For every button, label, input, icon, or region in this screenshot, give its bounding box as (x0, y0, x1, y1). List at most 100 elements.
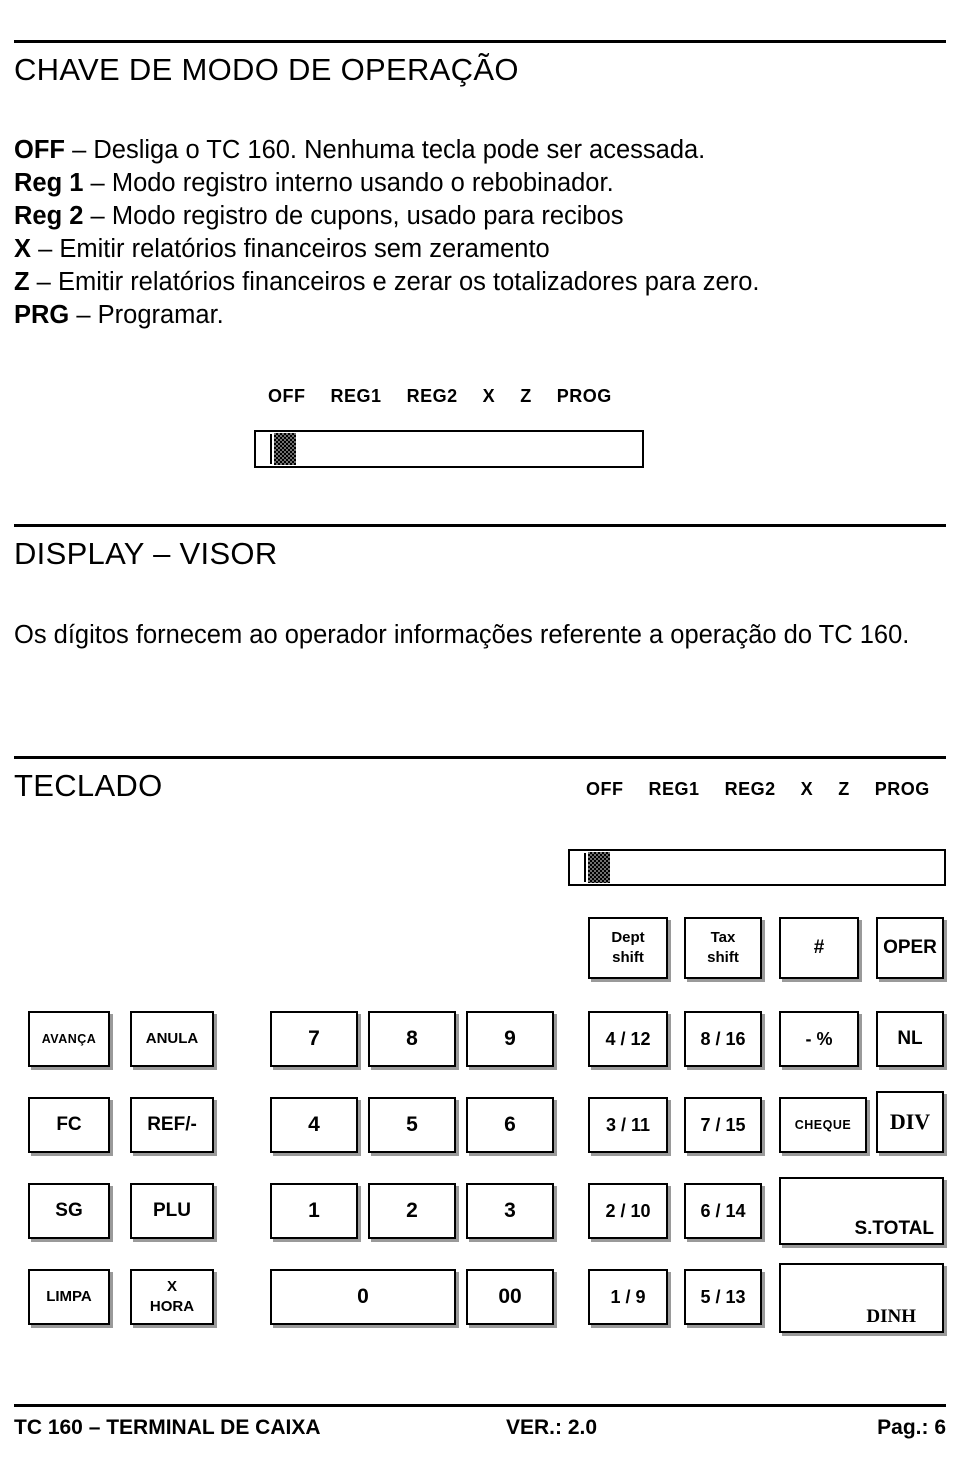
mode-switch-bar-2[interactable] (568, 849, 946, 886)
key-dept-2-10-label: 2 / 10 (605, 1201, 651, 1221)
key-nl[interactable]: NL (876, 1011, 944, 1067)
key-num-3[interactable]: 3 (466, 1183, 554, 1239)
key-num-4-label: 4 (308, 1113, 320, 1136)
mode-switch-labels-1: OFF REG1 REG2 X Z PROG (268, 386, 612, 407)
mode-key-z-key: Z (14, 268, 30, 296)
key-dept-7-15[interactable]: 7 / 15 (684, 1097, 762, 1153)
key-num-5-label: 5 (406, 1113, 418, 1136)
document-page: CHAVE DE MODO DE OPERAÇÃO OFF – Desliga … (0, 0, 960, 1478)
mode-key-item-z: Z – Emitir relatórios financeiros e zera… (14, 266, 944, 299)
key-limpa-label: LIMPA (46, 1288, 92, 1305)
key-num-5[interactable]: 5 (368, 1097, 456, 1153)
key-anula[interactable]: ANULA (130, 1011, 214, 1067)
mode-key-z-dash: – (36, 268, 51, 296)
mode-switch-labels-2: OFF REG1 REG2 X Z PROG (586, 779, 930, 800)
key-num-7[interactable]: 7 (270, 1011, 358, 1067)
mode-switch-2-knob[interactable] (588, 852, 610, 883)
key-fc-label: FC (56, 1114, 82, 1135)
key-plu-label: PLU (153, 1200, 191, 1221)
key-dept-3-11[interactable]: 3 / 11 (588, 1097, 668, 1153)
footer-divider (14, 1404, 946, 1407)
key-num-00[interactable]: 00 (466, 1269, 554, 1325)
mode-key-list: OFF – Desliga o TC 160. Nenhuma tecla po… (14, 134, 944, 332)
key-num-4[interactable]: 4 (270, 1097, 358, 1153)
mode-key-reg2-dash: – (90, 202, 105, 230)
key-fc[interactable]: FC (28, 1097, 110, 1153)
display-section-divider (14, 524, 946, 527)
key-num-2-label: 2 (406, 1199, 418, 1222)
key-num-9[interactable]: 9 (466, 1011, 554, 1067)
mode-key-z-text: Emitir relatórios financeiros e zerar os… (57, 268, 760, 296)
section-title-mode-key: CHAVE DE MODO DE OPERAÇÃO (14, 52, 519, 87)
keyboard-section-divider (14, 756, 946, 759)
key-x-hora-line1: X (166, 1278, 177, 1295)
key-sg[interactable]: SG (28, 1183, 110, 1239)
key-sg-label: SG (55, 1200, 83, 1221)
key-num-2[interactable]: 2 (368, 1183, 456, 1239)
key-num-8[interactable]: 8 (368, 1011, 456, 1067)
key-num-0-label: 0 (357, 1285, 369, 1308)
mode-switch-2-label-off: OFF (586, 779, 624, 799)
key-dept-2-10[interactable]: 2 / 10 (588, 1183, 668, 1239)
key-dept-6-14[interactable]: 6 / 14 (684, 1183, 762, 1239)
key-num-7-label: 7 (308, 1027, 320, 1050)
mode-switch-1-knob[interactable] (274, 433, 296, 465)
key-x-hora-line2: HORA (149, 1298, 195, 1315)
mode-key-item-x: X – Emitir relatórios financeiros sem ze… (14, 233, 944, 266)
mode-key-item-prg: PRG – Programar. (14, 299, 944, 332)
key-dept-8-16[interactable]: 8 / 16 (684, 1011, 762, 1067)
key-tax-shift[interactable]: Tax shift (684, 917, 762, 979)
key-subtotal[interactable]: S.TOTAL (779, 1177, 944, 1245)
mode-key-prg-key: PRG (14, 301, 70, 329)
key-num-0[interactable]: 0 (270, 1269, 456, 1325)
key-div[interactable]: DIV (876, 1091, 944, 1153)
key-oper[interactable]: OPER (876, 917, 944, 979)
mode-switch-1-label-reg2: REG2 (406, 386, 458, 406)
key-cheque[interactable]: CHEQUE (779, 1097, 867, 1153)
key-dept-8-16-label: 8 / 16 (700, 1029, 746, 1049)
key-x-hora[interactable]: X HORA (130, 1269, 214, 1325)
keyboard-diagram: Dept shift Tax shift # OPER AVANÇA ANULA… (14, 905, 946, 1345)
section-title-keyboard: TECLADO (14, 768, 163, 803)
mode-key-item-reg1: Reg 1 – Modo registro interno usando o r… (14, 167, 944, 200)
key-dept-1-9-label: 1 / 9 (610, 1287, 646, 1307)
footer-page-number: Pag.: 6 (877, 1416, 946, 1439)
mode-switch-bar-1[interactable] (254, 430, 644, 468)
key-dinheiro[interactable]: DINH (779, 1263, 944, 1333)
footer-left: TC 160 – TERMINAL DE CAIXA (14, 1416, 321, 1439)
mode-key-off-dash: – (72, 136, 87, 164)
key-plu[interactable]: PLU (130, 1183, 214, 1239)
key-dept-5-13[interactable]: 5 / 13 (684, 1269, 762, 1325)
display-section-text: Os dígitos fornecem ao operador informaç… (14, 621, 910, 649)
key-limpa[interactable]: LIMPA (28, 1269, 110, 1325)
key-dept-shift[interactable]: Dept shift (588, 917, 668, 979)
mode-key-reg1-text: Modo registro interno usando o rebobinad… (111, 169, 614, 197)
key-hash[interactable]: # (779, 917, 859, 979)
key-subtotal-label: S.TOTAL (854, 1218, 934, 1239)
mode-switch-1-label-off: OFF (268, 386, 306, 406)
key-num-9-label: 9 (504, 1027, 516, 1050)
mode-key-reg1-key: Reg 1 (14, 169, 84, 197)
key-hash-label: # (813, 937, 825, 958)
key-tax-shift-line1: Tax (710, 929, 736, 946)
mode-switch-1-label-prog: PROG (556, 386, 612, 406)
mode-switch-1-label-reg1: REG1 (330, 386, 382, 406)
key-percent[interactable]: - % (779, 1011, 859, 1067)
key-dept-4-12[interactable]: 4 / 12 (588, 1011, 668, 1067)
key-num-1[interactable]: 1 (270, 1183, 358, 1239)
key-dept-7-15-label: 7 / 15 (700, 1115, 746, 1135)
mode-switch-1-label-z: Z (520, 386, 532, 406)
key-num-6[interactable]: 6 (466, 1097, 554, 1153)
mode-key-item-reg2: Reg 2 – Modo registro de cupons, usado p… (14, 200, 944, 233)
mode-switch-2-label-prog: PROG (874, 779, 930, 799)
key-dept-shift-line2: shift (612, 949, 644, 966)
mode-switch-2-label-reg2: REG2 (724, 779, 776, 799)
key-dept-shift-line1: Dept (611, 929, 645, 946)
key-dept-1-9[interactable]: 1 / 9 (588, 1269, 668, 1325)
key-avanca-label: AVANÇA (41, 1032, 97, 1046)
key-ref-minus[interactable]: REF/- (130, 1097, 214, 1153)
key-avanca[interactable]: AVANÇA (28, 1011, 110, 1067)
mode-key-reg1-dash: – (90, 169, 105, 197)
mode-key-x-dash: – (38, 235, 53, 263)
key-num-3-label: 3 (504, 1199, 516, 1222)
